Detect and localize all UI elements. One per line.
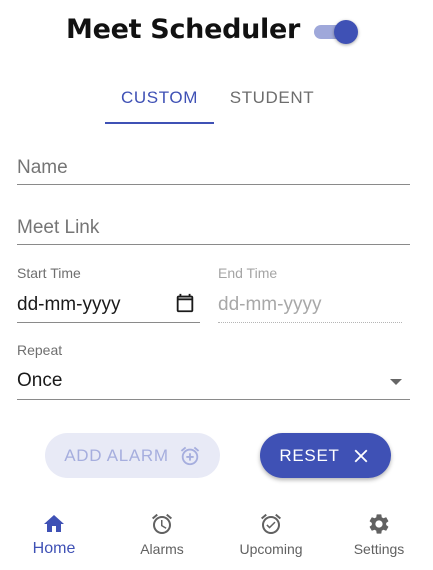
mode-tabs: CUSTOM STUDENT (0, 70, 433, 126)
end-time-field: End Time dd-mm-yyyy (218, 265, 402, 323)
close-icon (354, 449, 368, 462)
start-time-underline (17, 322, 200, 323)
toggle-thumb (334, 20, 358, 44)
name-input[interactable] (17, 157, 410, 179)
name-field (17, 148, 410, 185)
home-icon (44, 515, 64, 532)
nav-item-home[interactable]: Home (0, 504, 108, 566)
repeat-select[interactable]: Repeat Once (17, 342, 410, 400)
add-alarm-button[interactable]: ADD ALARM (45, 433, 220, 478)
start-time-label: Start Time (17, 265, 81, 281)
add-alarm-icon (180, 446, 199, 465)
add-alarm-label: ADD ALARM (64, 445, 169, 465)
reset-button[interactable]: RESET (260, 433, 391, 478)
app-title: Meet Scheduler (66, 14, 301, 45)
start-time-value: dd-mm-yyyy (17, 294, 121, 315)
app-header: Meet Scheduler (0, 14, 433, 50)
nav-item-alarms[interactable]: Alarms (108, 504, 216, 566)
calendar-icon[interactable] (174, 292, 196, 314)
alarm-icon (152, 513, 172, 534)
chevron-down-icon (390, 379, 402, 385)
end-time-underline (218, 322, 402, 323)
tab-custom[interactable]: CUSTOM (105, 70, 214, 125)
gear-icon (369, 514, 389, 534)
nav-label-home: Home (32, 540, 76, 557)
nav-item-upcoming[interactable]: Upcoming (217, 504, 325, 566)
meet-link-underline (17, 244, 410, 245)
start-time-field[interactable]: Start Time dd-mm-yyyy (17, 265, 200, 323)
alarm-check-icon (261, 513, 281, 534)
tab-indicator (105, 122, 214, 124)
tab-student[interactable]: STUDENT (216, 70, 328, 125)
repeat-underline (17, 399, 410, 400)
nav-item-settings[interactable]: Settings (325, 504, 433, 566)
reset-label: RESET (279, 445, 340, 465)
repeat-label: Repeat (17, 342, 63, 358)
repeat-value: Once (17, 370, 63, 391)
nav-label-alarms: Alarms (140, 541, 184, 557)
meet-link-input[interactable] (17, 217, 410, 239)
nav-label-settings: Settings (353, 541, 405, 557)
name-underline (17, 184, 410, 185)
end-time-value: dd-mm-yyyy (218, 294, 322, 315)
nav-label-upcoming: Upcoming (239, 541, 303, 557)
bottom-navigation: Home Alarms Upcoming Settings (0, 504, 433, 570)
end-time-label: End Time (218, 265, 278, 281)
theme-toggle[interactable] (312, 20, 360, 44)
meet-link-field (17, 208, 410, 245)
